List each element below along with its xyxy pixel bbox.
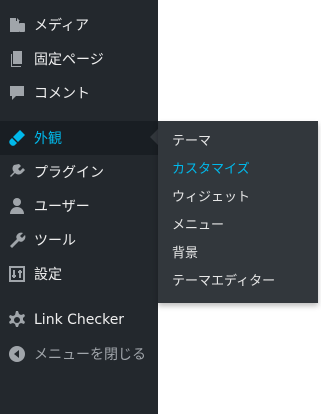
menu-item-comments[interactable]: コメント	[0, 76, 158, 110]
plugins-icon	[0, 155, 34, 189]
menu-item-label: ユーザー	[34, 199, 90, 215]
menu-item-label: Link Checker	[34, 312, 125, 328]
settings-sliders-icon	[0, 257, 34, 291]
submenu-item-customize[interactable]: カスタマイズ	[158, 156, 318, 184]
menu-item-media[interactable]: メディア	[0, 8, 158, 42]
media-icon	[0, 8, 34, 42]
flyout-pointer	[150, 129, 158, 145]
menu-item-label: プラグイン	[34, 165, 104, 181]
menu-item-label: ツール	[34, 233, 76, 249]
comments-icon	[0, 76, 34, 110]
collapse-menu-button[interactable]: メニューを閉じる	[0, 337, 158, 371]
menu-item-label: メディア	[34, 18, 90, 34]
users-icon	[0, 189, 34, 223]
menu-item-label: メニューを閉じる	[34, 347, 146, 363]
menu-item-appearance[interactable]: 外観	[0, 121, 158, 155]
menu-item-tools[interactable]: ツール	[0, 223, 158, 257]
menu-item-label: コメント	[34, 86, 90, 102]
submenu-item-background[interactable]: 背景	[158, 240, 318, 268]
menu-item-label: 固定ページ	[34, 52, 104, 68]
menu-item-label: 外観	[34, 131, 62, 147]
submenu-item-widgets[interactable]: ウィジェット	[158, 184, 318, 212]
appearance-submenu: テーマ カスタマイズ ウィジェット メニュー 背景 テーマエディター	[158, 121, 318, 303]
collapse-icon	[0, 337, 34, 371]
pages-icon	[0, 42, 34, 76]
menu-item-settings[interactable]: 設定	[0, 257, 158, 291]
submenu-item-themes[interactable]: テーマ	[158, 128, 318, 156]
wrench-icon	[0, 223, 34, 257]
admin-sidebar: メディア 固定ページ コメント 外観 プラグイン ユーザー ツール 設定 Lin…	[0, 0, 158, 414]
menu-item-users[interactable]: ユーザー	[0, 189, 158, 223]
appearance-icon	[0, 121, 34, 155]
menu-item-link-checker[interactable]: Link Checker	[0, 303, 158, 337]
menu-item-plugins[interactable]: プラグイン	[0, 155, 158, 189]
submenu-item-menus[interactable]: メニュー	[158, 212, 318, 240]
menu-item-label: 設定	[34, 267, 62, 283]
submenu-item-theme-editor[interactable]: テーマエディター	[158, 268, 318, 296]
menu-item-pages[interactable]: 固定ページ	[0, 42, 158, 76]
gear-icon	[0, 303, 34, 337]
